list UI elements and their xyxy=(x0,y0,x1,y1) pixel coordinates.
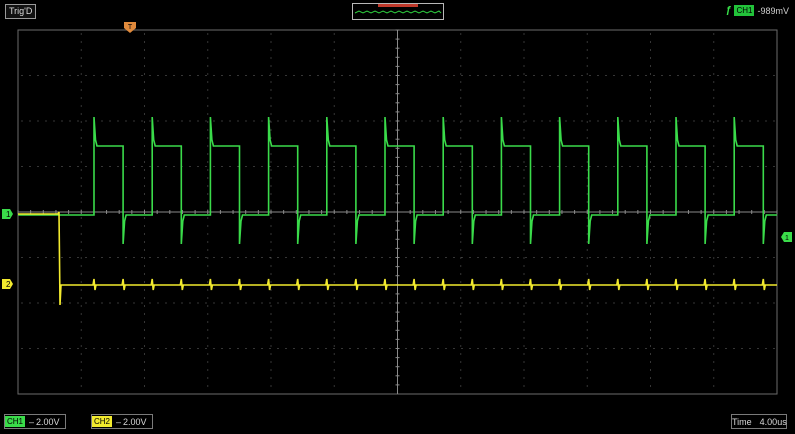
ch2-marker-label: 2 xyxy=(6,280,11,289)
timebase-value: 4.00us xyxy=(759,416,787,427)
rising-edge-icon: ƒ xyxy=(725,5,732,16)
grid xyxy=(17,29,778,395)
top-status-bar: Trig'D ƒ CH1 -989mV xyxy=(0,0,795,22)
ch1-trigger-marker-label: 1 xyxy=(785,235,789,242)
timebase-label: Time xyxy=(732,416,752,427)
ch2-label: CH2 xyxy=(92,416,113,427)
bottom-status-bar: CH1 – 2.00V CH2 – 2.00V Time 4.00us xyxy=(0,408,795,434)
ch2-ground-marker[interactable]: 2 xyxy=(2,279,13,289)
ch1-scale-readout[interactable]: CH1 – 2.00V xyxy=(4,414,66,429)
overview-window-marker xyxy=(378,4,418,7)
trigger-marker-label: T xyxy=(128,24,133,31)
ch1-ground-marker[interactable]: 1 xyxy=(2,209,13,219)
ch1-label: CH1 xyxy=(5,416,26,427)
overview-waveform-icon xyxy=(354,4,442,14)
waveform-overview[interactable] xyxy=(352,3,444,20)
trigger-status-badge: Trig'D xyxy=(5,4,37,19)
ch2-scale-readout[interactable]: CH2 – 2.00V xyxy=(91,414,153,429)
ch1-coupling-icon: – xyxy=(29,416,35,427)
trigger-info[interactable]: ƒ CH1 -989mV xyxy=(726,4,789,17)
trigger-source-badge: CH1 xyxy=(734,5,755,16)
ch1-scale-value: 2.00V xyxy=(36,416,60,427)
ch1-trigger-level-marker[interactable]: 1 xyxy=(781,232,792,242)
ch1-marker-label: 1 xyxy=(6,210,11,219)
ch2-scale-value: 2.00V xyxy=(123,416,147,427)
trigger-position-marker[interactable]: T xyxy=(124,22,136,33)
ch2-coupling-icon: – xyxy=(116,416,122,427)
timebase-readout[interactable]: Time 4.00us xyxy=(731,414,787,429)
waveform-display[interactable]: T 1 2 1 xyxy=(0,22,795,408)
scope-screen[interactable]: T 1 2 1 xyxy=(0,22,795,408)
trigger-level-readout: -989mV xyxy=(757,5,789,16)
